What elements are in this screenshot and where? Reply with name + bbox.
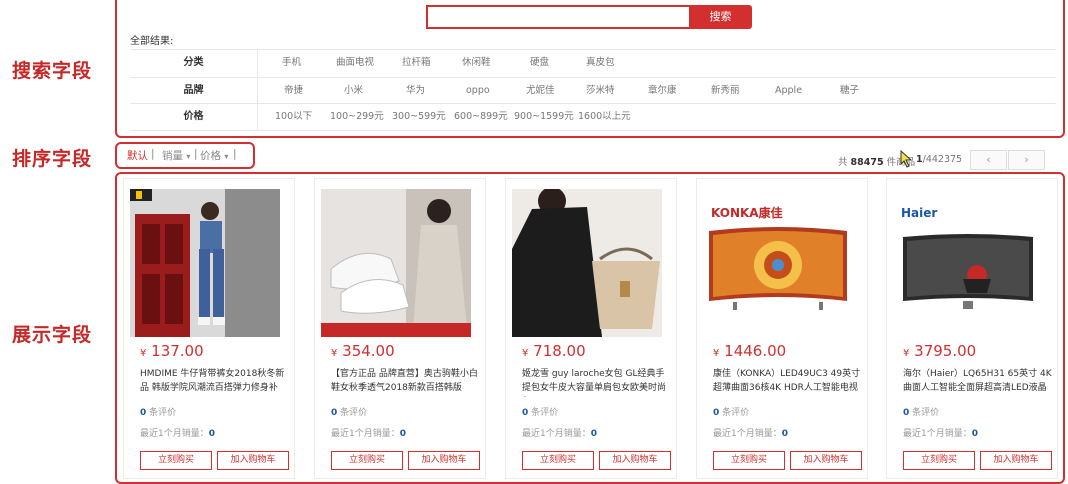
product-price: ¥ 718.00 xyxy=(522,342,586,360)
sort-default[interactable]: 默认 xyxy=(127,148,148,163)
product-title[interactable]: 康佳（KONKA）LED49UC3 49英寸超薄曲面36核4K HDR人工智能电… xyxy=(713,367,863,397)
product-image[interactable] xyxy=(321,189,471,337)
add-to-cart-button[interactable]: 加入购物车 xyxy=(217,451,289,470)
sort-divider: | xyxy=(233,148,237,160)
filter-option[interactable]: 真皮包 xyxy=(586,50,615,76)
product-reviews: 0 条评价 xyxy=(713,408,750,418)
filter-option[interactable]: 小米 xyxy=(344,78,363,104)
product-card[interactable]: ¥ 354.00 【官方正品 品牌直营】奥古驹鞋小白鞋女秋季透气2018新款百搭… xyxy=(314,178,486,479)
product-title[interactable]: 【官方正品 品牌直营】奥古驹鞋小白鞋女秋季透气2018新款百搭韩版 xyxy=(331,367,481,397)
buy-now-button[interactable]: 立刻购买 xyxy=(713,451,785,470)
page-current: 1 xyxy=(916,154,923,165)
handbag-photo-icon xyxy=(512,189,662,337)
product-title[interactable]: 海尔（Haier）LQ65H31 65英寸 4K曲面人工智能全面屏超高清LED液… xyxy=(903,367,1053,397)
white-sneakers-photo-icon xyxy=(321,189,471,337)
buy-now-button[interactable]: 立刻购买 xyxy=(522,451,594,470)
product-image[interactable]: Haier xyxy=(893,189,1043,337)
sort-divider: | xyxy=(151,148,155,160)
product-sales: 最近1个月销量：0 xyxy=(140,429,215,439)
product-title[interactable]: 姬龙雪 guy laroche女包 GL经典手提包女牛皮大容量单肩包女欧美时尚包 xyxy=(522,367,672,397)
filter-option[interactable]: 章尔康 xyxy=(648,78,677,104)
filter-option[interactable]: 100以下 xyxy=(275,104,312,130)
next-page-button[interactable]: › xyxy=(1008,150,1045,170)
filter-option[interactable]: 休闲鞋 xyxy=(462,50,491,76)
result-count: 88475 xyxy=(850,157,884,168)
filter-option[interactable]: 新秀丽 xyxy=(711,78,740,104)
filter-option[interactable]: 华为 xyxy=(406,78,425,104)
filter-option[interactable]: 莎米特 xyxy=(586,78,615,104)
product-image[interactable] xyxy=(130,189,280,337)
konka-brand-logo: KONKA康佳 xyxy=(711,205,783,220)
sort-arrow-icon: ▾ xyxy=(224,152,229,161)
product-price: ¥ 137.00 xyxy=(140,342,204,360)
curved-tv-photo-icon: KONKA康佳 xyxy=(703,189,853,337)
search-button[interactable]: 搜索 xyxy=(689,5,752,29)
product-card[interactable]: KONKA康佳 ¥ 1446.00 康佳（KONKA）LED49UC3 49英寸… xyxy=(696,178,868,479)
sort-sales[interactable]: 销量 ▾ xyxy=(162,148,190,163)
filter-option[interactable]: 尤妮佳 xyxy=(526,78,555,104)
buy-now-button[interactable]: 立刻购买 xyxy=(903,451,975,470)
product-card[interactable]: ¥ 137.00 HMDIME 牛仔背带裤女2018秋冬新品 韩版学院风潮流百搭… xyxy=(123,178,295,479)
filter-option[interactable]: 1600以上元 xyxy=(578,104,631,130)
add-to-cart-button[interactable]: 加入购物车 xyxy=(790,451,862,470)
product-reviews: 0 条评价 xyxy=(331,408,368,418)
sort-arrow-icon: ▾ xyxy=(186,152,191,161)
product-sales: 最近1个月销量：0 xyxy=(713,429,788,439)
product-price: ¥ 1446.00 xyxy=(713,342,787,360)
denim-overalls-photo-icon xyxy=(130,189,280,337)
filter-option[interactable]: oppo xyxy=(466,78,490,104)
filter-label: 分类 xyxy=(130,50,258,76)
filter-label: 价格 xyxy=(130,104,258,130)
product-card[interactable]: Haier ¥ 3795.00 海尔（Haier）LQ65H31 65英寸 4K… xyxy=(886,178,1058,479)
add-to-cart-button[interactable]: 加入购物车 xyxy=(599,451,671,470)
filter-option[interactable]: Apple xyxy=(775,78,802,104)
product-reviews: 0 条评价 xyxy=(140,408,177,418)
mouse-cursor-icon xyxy=(900,150,913,168)
product-image[interactable]: KONKA康佳 xyxy=(703,189,853,337)
filter-option[interactable]: 帝捷 xyxy=(284,78,303,104)
filter-option[interactable]: 300~599元 xyxy=(392,104,446,130)
product-sales: 最近1个月销量：0 xyxy=(331,429,406,439)
filter-option[interactable]: 硬盘 xyxy=(530,50,549,76)
product-reviews: 0 条评价 xyxy=(522,408,559,418)
filter-option[interactable]: 900~1599元 xyxy=(514,104,574,130)
search-input[interactable] xyxy=(426,5,690,29)
filter-label: 品牌 xyxy=(130,78,258,104)
product-card[interactable]: ¥ 718.00 姬龙雪 guy laroche女包 GL经典手提包女牛皮大容量… xyxy=(505,178,677,479)
filter-option[interactable]: 糖子 xyxy=(840,78,859,104)
show-field-label: 展示字段 xyxy=(12,324,93,346)
page-total: /442375 xyxy=(922,154,963,165)
product-price: ¥ 354.00 xyxy=(331,342,395,360)
haier-brand-logo: Haier xyxy=(901,206,937,220)
product-reviews: 0 条评价 xyxy=(903,408,940,418)
sort-field-label: 排序字段 xyxy=(12,148,93,170)
search-bar: 搜索 xyxy=(426,5,752,29)
all-results-label: 全部结果: xyxy=(130,36,174,47)
tv-photo-icon: Haier xyxy=(893,189,1043,337)
filter-row-category: 分类 手机 曲面电视 拉杆箱 休闲鞋 硬盘 真皮包 xyxy=(130,49,1056,76)
search-field-label: 搜索字段 xyxy=(12,60,93,82)
page-indicator: 1/442375 xyxy=(916,154,962,165)
product-title[interactable]: HMDIME 牛仔背带裤女2018秋冬新品 韩版学院风潮流百搭弹力修身补 xyxy=(140,367,290,397)
product-sales: 最近1个月销量：0 xyxy=(522,429,597,439)
add-to-cart-button[interactable]: 加入购物车 xyxy=(408,451,480,470)
filter-option[interactable]: 100~299元 xyxy=(330,104,384,130)
add-to-cart-button[interactable]: 加入购物车 xyxy=(980,451,1052,470)
sort-divider: | xyxy=(194,148,198,160)
filter-row-brand: 品牌 帝捷 小米 华为 oppo 尤妮佳 莎米特 章尔康 新秀丽 Apple 糖… xyxy=(130,77,1056,104)
buy-now-button[interactable]: 立刻购买 xyxy=(140,451,212,470)
filter-row-price: 价格 100以下 100~299元 300~599元 600~899元 900~… xyxy=(130,103,1056,131)
prev-page-button[interactable]: ‹ xyxy=(970,150,1007,170)
filter-option[interactable]: 拉杆箱 xyxy=(402,50,431,76)
filter-option[interactable]: 600~899元 xyxy=(454,104,508,130)
sort-price[interactable]: 价格 ▾ xyxy=(200,148,228,163)
filter-option[interactable]: 曲面电视 xyxy=(336,50,374,76)
product-price: ¥ 3795.00 xyxy=(903,342,977,360)
product-image[interactable] xyxy=(512,189,662,337)
filter-option[interactable]: 手机 xyxy=(282,50,301,76)
product-sales: 最近1个月销量：0 xyxy=(903,429,978,439)
buy-now-button[interactable]: 立刻购买 xyxy=(331,451,403,470)
